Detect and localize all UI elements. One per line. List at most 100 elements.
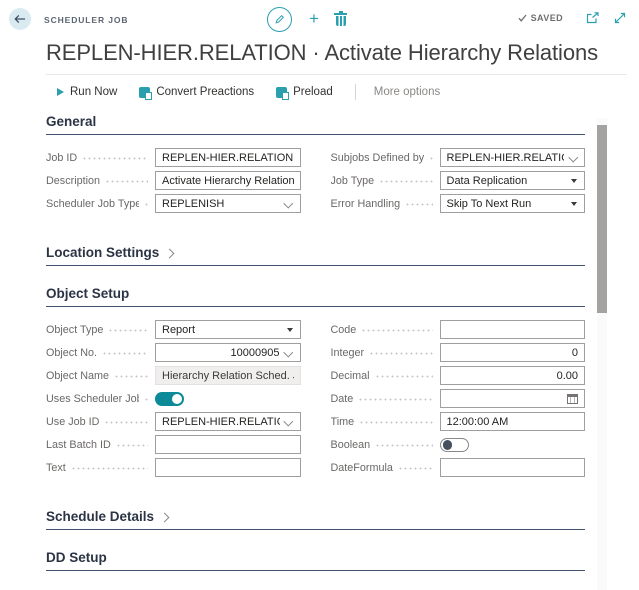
text-input[interactable] (156, 459, 300, 476)
boolean-toggle[interactable] (440, 438, 469, 452)
action-bar: Run Now Convert Preactions Preload More … (46, 74, 627, 109)
section-header-schedule-details[interactable]: Schedule Details (46, 509, 585, 530)
uses-scheduler-job-toggle[interactable] (155, 392, 184, 406)
page-title: REPLEN-HIER.RELATION · Activate Hierarch… (46, 38, 606, 67)
dotted-leader (369, 352, 432, 355)
delete-button trash-icon[interactable] (336, 16, 346, 26)
save-status: SAVED (518, 13, 563, 23)
dotted-leader (105, 180, 148, 183)
dotted-leader (114, 375, 148, 378)
edit-button[interactable] (267, 7, 292, 32)
field-integer: Integer (331, 343, 586, 362)
dotted-leader (361, 329, 432, 332)
job-id-input[interactable] (156, 149, 300, 166)
error-handling-select[interactable] (441, 195, 585, 212)
dotted-leader (429, 157, 433, 160)
field-text: Text (46, 458, 301, 477)
field-label: Error Handling (331, 198, 436, 210)
integer-control (440, 343, 586, 362)
vertical-scrollbar[interactable] (597, 118, 607, 590)
field-label: Subjobs Defined by J... (331, 152, 436, 164)
field-label: Scheduler Job Type C... (46, 198, 151, 210)
dropdown-triangle-icon[interactable] (571, 179, 577, 183)
dotted-leader (379, 180, 432, 183)
field-label: Last Batch ID (46, 439, 151, 451)
chevron-right-icon (165, 248, 175, 258)
page-caption: SCHEDULER JOB (44, 15, 128, 25)
description-input[interactable] (156, 172, 300, 189)
convert-preactions-button[interactable]: Convert Preactions (139, 86, 254, 98)
subjobs-input[interactable] (441, 149, 585, 166)
preload-button[interactable]: Preload (276, 86, 333, 98)
section-header-dd-setup[interactable]: DD Setup (46, 550, 585, 571)
scheduler-job-type-control (155, 194, 301, 213)
field-error-handling: Error Handling (331, 194, 586, 213)
record-actions: + (267, 7, 346, 32)
field-label: Job Type (331, 175, 436, 187)
field-job-id: Job ID (46, 148, 301, 167)
back-button[interactable] (9, 8, 31, 30)
integer-input[interactable] (441, 344, 585, 361)
scheduler-job-type-input[interactable] (156, 195, 300, 212)
dotted-leader (102, 352, 148, 355)
last-batch-id-input[interactable] (156, 436, 300, 453)
use-job-id-input[interactable] (156, 413, 300, 430)
error-handling-control (440, 194, 586, 213)
field-boolean: Boolean (331, 435, 586, 454)
last-batch-id-control (155, 435, 301, 454)
field-label: Job ID (46, 152, 151, 164)
object-setup-fields: Object Type Object No. Object Name Uses … (46, 320, 585, 481)
field-date: Date (331, 389, 586, 408)
job-type-select[interactable] (441, 172, 585, 189)
field-label: DateFormula (331, 462, 436, 474)
scrollbar-thumb[interactable] (597, 125, 607, 313)
field-time: Time (331, 412, 586, 431)
object-no-input[interactable] (156, 344, 300, 361)
play-icon (57, 88, 64, 96)
field-decimal: Decimal (331, 366, 586, 385)
pencil-icon (274, 14, 285, 25)
calendar-icon[interactable] (567, 394, 578, 404)
field-dateformula: DateFormula (331, 458, 586, 477)
object-name-readonly (156, 367, 300, 384)
dotted-leader (108, 329, 148, 332)
section-header-general[interactable]: General (46, 114, 585, 135)
field-scheduler-job-type: Scheduler Job Type C... (46, 194, 301, 213)
dotted-leader (104, 421, 148, 424)
dropdown-triangle-icon[interactable] (287, 328, 293, 332)
decimal-input[interactable] (441, 367, 585, 384)
new-record-button[interactable]: + (309, 10, 319, 27)
field-object-no: Object No. (46, 343, 301, 362)
code-input[interactable] (441, 321, 585, 338)
field-description: Description (46, 171, 301, 190)
decimal-control (440, 366, 586, 385)
field-job-type: Job Type (331, 171, 586, 190)
object-name-control (155, 366, 301, 385)
run-now-button[interactable]: Run Now (57, 86, 117, 98)
section-header-location-settings[interactable]: Location Settings (46, 245, 585, 266)
date-input[interactable] (441, 390, 585, 407)
dotted-leader (144, 203, 148, 206)
saved-label: SAVED (531, 13, 563, 23)
field-uses-scheduler-job: Uses Scheduler Job R... (46, 389, 301, 408)
toggle-knob (443, 440, 453, 450)
more-options-button[interactable]: More options (374, 86, 440, 98)
open-in-new-window-icon[interactable] (586, 12, 599, 24)
dateformula-input[interactable] (441, 459, 585, 476)
text-control (155, 458, 301, 477)
dotted-leader (71, 467, 148, 470)
expand-fullscreen-icon[interactable] (614, 12, 626, 24)
dotted-leader (116, 444, 148, 447)
dropdown-triangle-icon[interactable] (571, 202, 577, 206)
dotted-leader (375, 444, 432, 447)
field-label: Use Job ID (46, 416, 151, 428)
section-header-object-setup[interactable]: Object Setup (46, 286, 585, 307)
dotted-leader (358, 398, 432, 401)
field-label: Uses Scheduler Job R... (46, 393, 151, 405)
field-label: Object Name (46, 370, 151, 382)
use-job-id-control (155, 412, 301, 431)
object-type-select[interactable] (156, 321, 300, 338)
dotted-leader (398, 467, 433, 470)
time-input[interactable] (441, 413, 585, 430)
process-report-icon (276, 87, 287, 98)
